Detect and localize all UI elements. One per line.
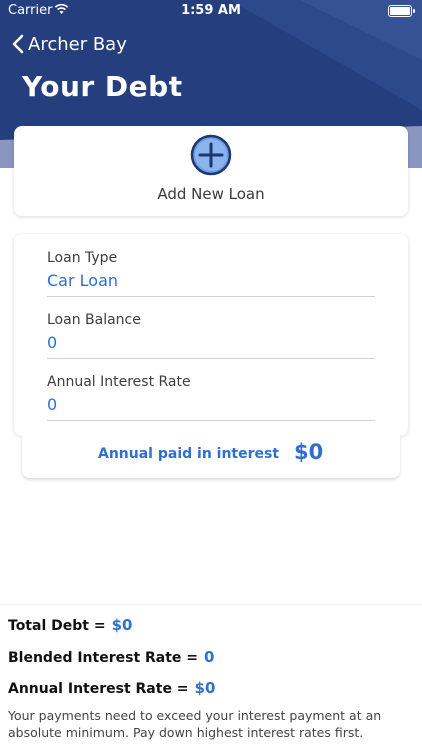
total-debt-label: Total Debt = <box>8 618 106 634</box>
annual-interest-rate-field[interactable]: Annual Interest Rate 0 <box>47 374 375 421</box>
annual-interest-label: Annual paid in interest <box>98 446 280 462</box>
loan-type-field[interactable]: Loan Type Car Loan <box>47 250 375 297</box>
annual-interest-rate-input[interactable]: 0 <box>47 395 375 421</box>
annual-interest-rate-label: Annual Interest Rate <box>47 374 191 390</box>
loan-type-label: Loan Type <box>47 250 118 266</box>
loan-balance-input[interactable]: 0 <box>47 333 375 359</box>
annual-rate-row: Annual Interest Rate = $0 <box>8 679 215 697</box>
footnote: Your payments need to exceed your intere… <box>8 708 382 740</box>
loan-card: Loan Type Car Loan Loan Balance 0 Annual… <box>14 234 408 436</box>
blended-rate-value: 0 <box>204 648 215 666</box>
annual-rate-label: Annual Interest Rate = <box>8 681 189 697</box>
page-title: Your Debt <box>22 70 183 103</box>
divider <box>0 604 422 605</box>
back-label: Archer Bay <box>28 33 127 55</box>
annual-rate-value: $0 <box>194 679 216 697</box>
annual-interest-value: $0 <box>294 440 324 464</box>
add-new-loan-label: Add New Loan <box>157 185 265 203</box>
plus-circle-icon <box>190 134 232 176</box>
back-button[interactable]: Archer Bay <box>12 30 127 58</box>
blended-rate-row: Blended Interest Rate = 0 <box>8 648 214 666</box>
total-debt-row: Total Debt = $0 <box>8 616 132 634</box>
chevron-left-icon <box>12 34 24 54</box>
loan-balance-field[interactable]: Loan Balance 0 <box>47 312 375 359</box>
loan-balance-label: Loan Balance <box>47 312 141 328</box>
battery-icon <box>388 5 415 17</box>
add-new-loan-button[interactable]: Add New Loan <box>14 126 408 216</box>
annual-interest-panel: Annual paid in interest $0 <box>22 436 400 478</box>
total-debt-value: $0 <box>111 616 133 634</box>
blended-rate-label: Blended Interest Rate = <box>8 650 199 666</box>
loan-type-value[interactable]: Car Loan <box>47 271 375 297</box>
status-bar: Carrier 1:59 AM <box>0 0 422 22</box>
status-time: 1:59 AM <box>181 3 241 18</box>
